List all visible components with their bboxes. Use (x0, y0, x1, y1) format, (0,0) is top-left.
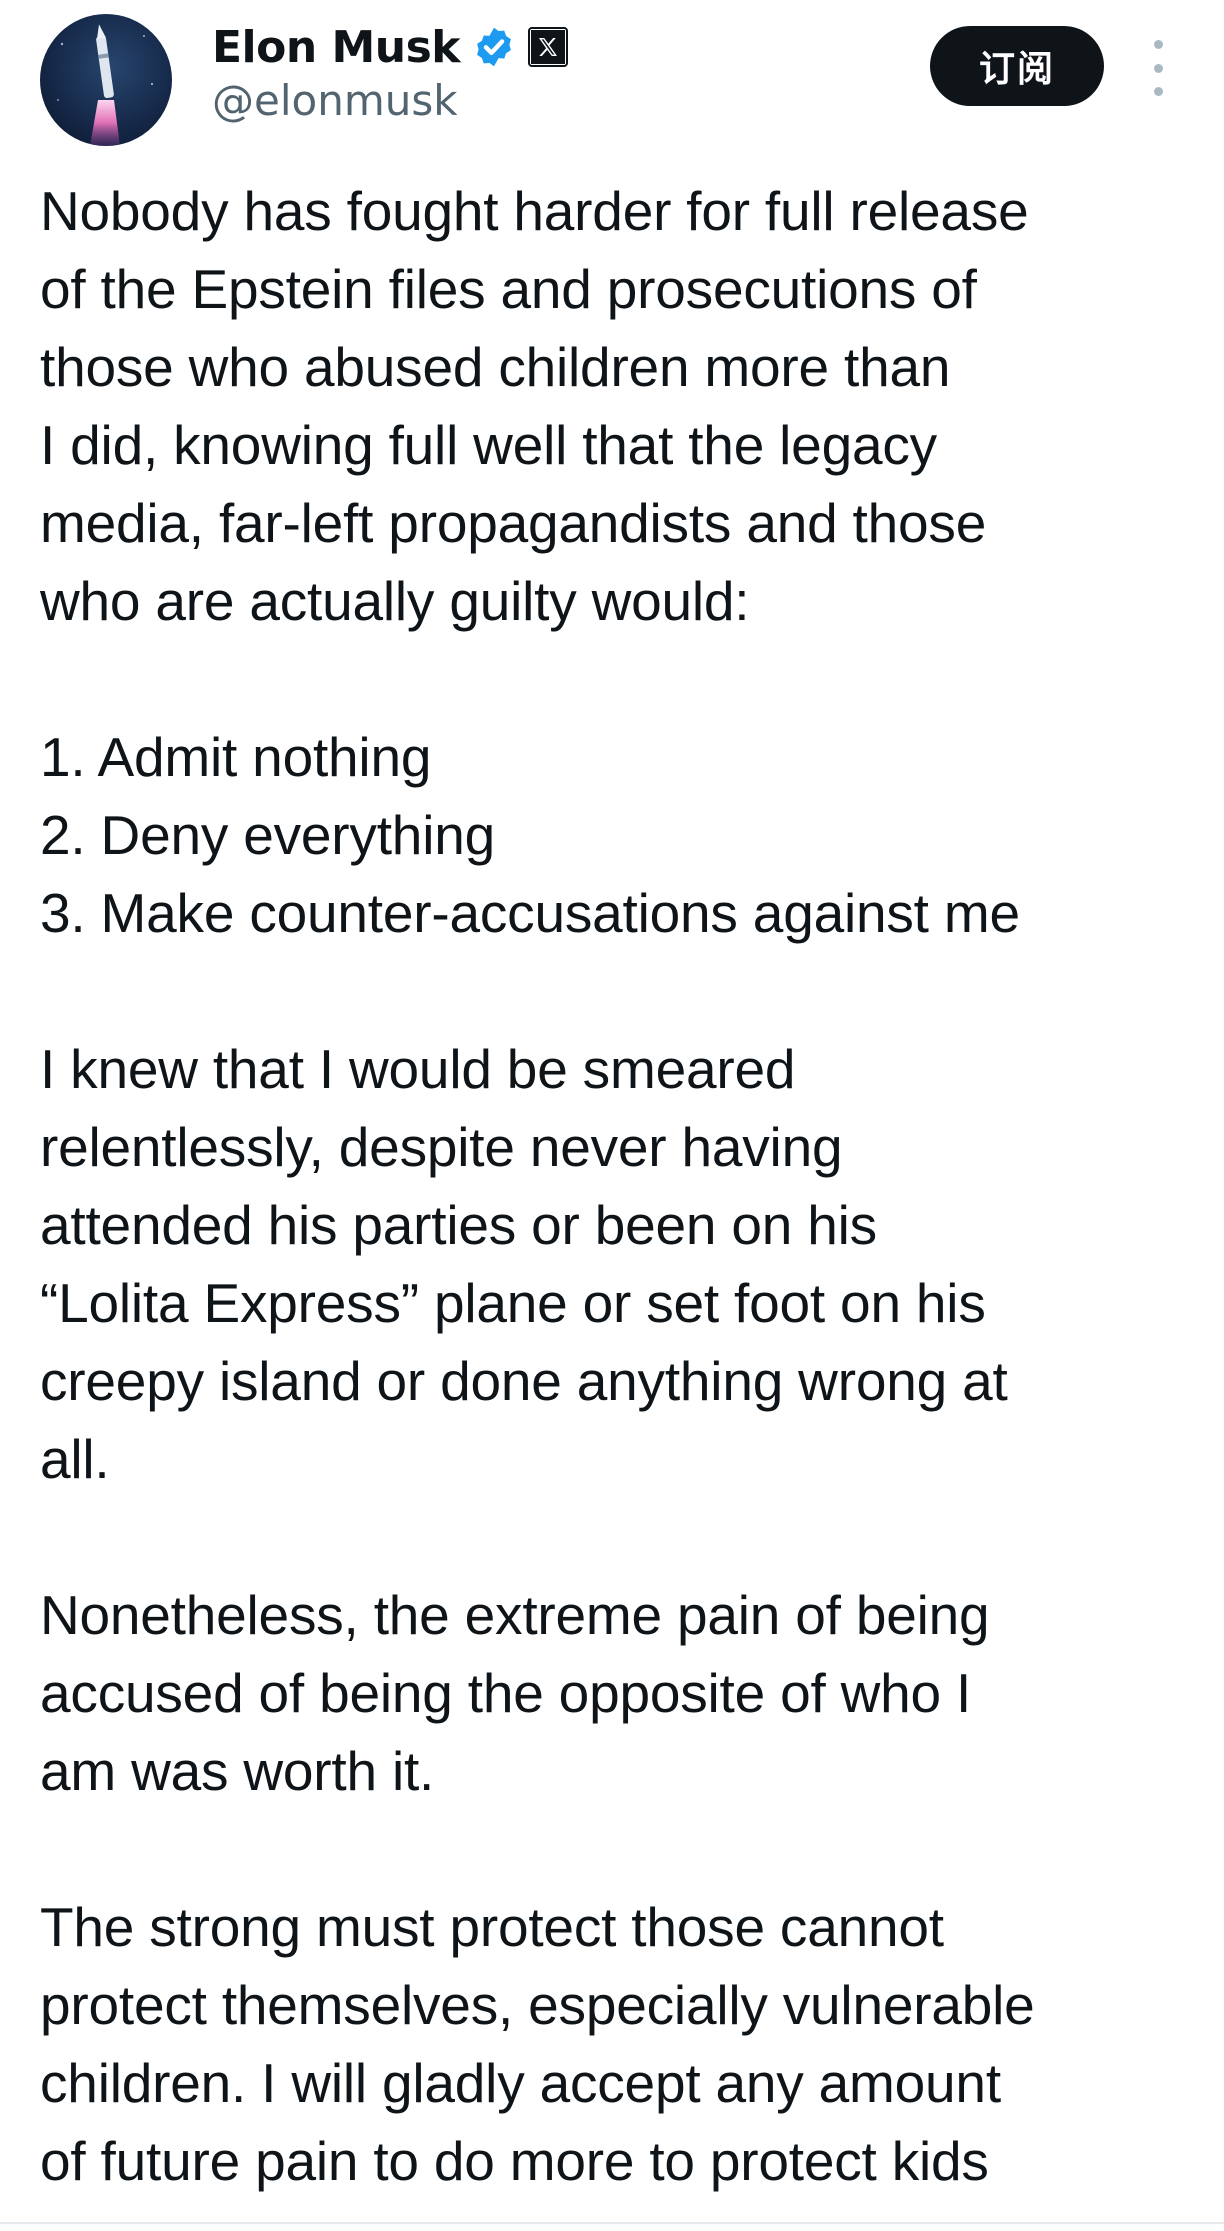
tweet-text-line: The strong must protect those cannot (40, 1896, 944, 1958)
tweet-text-line: of future pain to do more to protect kid… (40, 2130, 989, 2192)
subscribe-button[interactable]: 订阅 (930, 26, 1104, 106)
tweet-text-line: children. I will gladly accept any amoun… (40, 2052, 1001, 2114)
rocket-launch-avatar-icon (57, 24, 154, 146)
verified-badge-icon (477, 27, 511, 67)
tweet-text-line: 2. Deny everything (40, 804, 495, 866)
tweet-text-line: creepy island or done anything wrong at (40, 1350, 1008, 1412)
tweet-text-line: relentlessly, despite never having (40, 1116, 843, 1178)
tweet-text-line: I did, knowing full well that the legacy (40, 414, 937, 476)
avatar[interactable] (40, 14, 172, 146)
tweet-text-line: I knew that I would be smeared (40, 1038, 796, 1100)
tweet-text: Nobody has fought harder for full releas… (40, 172, 1200, 2200)
divider (0, 2222, 1224, 2224)
tweet-text-line: protect themselves, especially vulnerabl… (40, 1974, 1035, 2036)
tweet-text-line: those who abused children more than (40, 336, 951, 398)
tweet-text-line: 1. Admit nothing (40, 726, 432, 788)
tweet-text-line: all. (40, 1428, 110, 1490)
author-name-row: Elon Musk (212, 16, 569, 78)
x-logo-icon[interactable] (528, 27, 569, 67)
tweet-text-line: “Lolita Express” plane or set foot on hi… (40, 1272, 986, 1334)
tweet-text-line: accused of being the opposite of who I (40, 1662, 972, 1724)
tweet-text-line: Nonetheless, the extreme pain of being (40, 1584, 990, 1646)
tweet-text-line: Nobody has fought harder for full releas… (40, 180, 1029, 242)
tweet-text-line: of the Epstein files and prosecutions of (40, 258, 977, 320)
tweet-header: Elon Musk @elonmusk 订阅 (0, 0, 1224, 160)
tweet-text-line: 3. Make counter-accusations against me (40, 882, 1020, 944)
tweet-text-line: am was worth it. (40, 1740, 435, 1802)
author-handle[interactable]: @elonmusk (212, 76, 458, 125)
tweet-text-line: attended his parties or been on his (40, 1194, 877, 1256)
more-vertical-icon[interactable] (1146, 40, 1170, 96)
author-display-name[interactable]: Elon Musk (212, 22, 461, 73)
tweet-text-line: who are actually guilty would: (40, 570, 750, 632)
tweet-text-line: media, far-left propagandists and those (40, 492, 987, 554)
